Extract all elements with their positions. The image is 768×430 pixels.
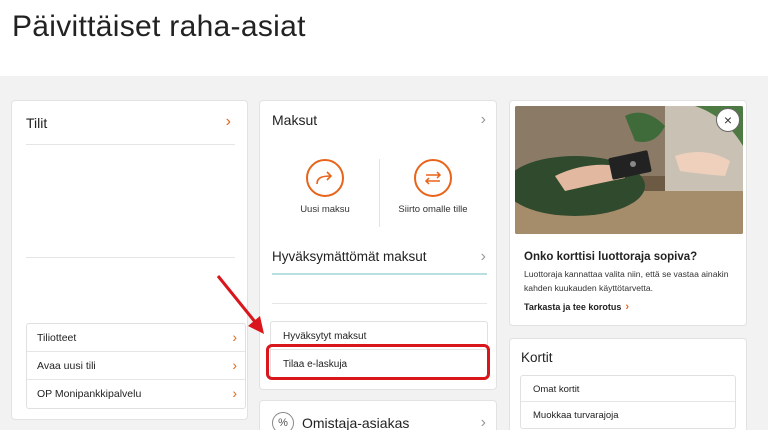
link-multibank-service[interactable]: OP Monipankkipalvelu ›	[27, 380, 245, 408]
promo-text: Luottoraja kannattaa valita niin, että s…	[524, 269, 729, 293]
accounts-card: Tilit › Tiliotteet › Avaa uusi tili › OP…	[11, 100, 248, 420]
chevron-right-icon[interactable]: ›	[481, 248, 486, 266]
new-payment-label[interactable]: Uusi maksu	[270, 204, 380, 215]
link-open-new-account[interactable]: Avaa uusi tili ›	[27, 352, 245, 380]
chevron-right-icon: ›	[480, 414, 486, 430]
link-label: Avaa uusi tili	[37, 360, 96, 372]
divider	[272, 303, 487, 304]
promo-link-label: Tarkasta ja tee korotus	[524, 302, 622, 312]
page-title: Päivittäiset raha-asiat	[12, 10, 306, 43]
divider	[379, 159, 380, 227]
payments-title[interactable]: Maksut	[272, 112, 317, 128]
link-edit-security-limits[interactable]: Muokkaa turvarajoja	[521, 402, 735, 428]
accounts-title[interactable]: Tilit	[26, 115, 47, 131]
chevron-right-icon: ›	[232, 357, 237, 373]
cards-links: Omat kortit Muokkaa turvarajoja	[520, 375, 736, 429]
close-icon[interactable]: ×	[716, 108, 740, 132]
new-payment-button[interactable]	[306, 159, 344, 197]
percent-icon: %	[272, 412, 294, 430]
transfer-label[interactable]: Siirto omalle tille	[378, 204, 488, 215]
highlight-box	[266, 344, 490, 380]
cards-card: Kortit Omat kortit Muokkaa turvarajoja	[509, 338, 747, 430]
link-label: Tiliotteet	[37, 332, 77, 344]
link-label: OP Monipankkipalvelu	[37, 388, 142, 400]
owner-customer-card[interactable]: % Omistaja-asiakas ›	[259, 400, 497, 430]
cards-title[interactable]: Kortit	[521, 350, 553, 365]
promo-card: × Onko korttisi luottoraja sopiva? Luott…	[509, 100, 747, 326]
divider	[26, 144, 235, 145]
owner-customer-title: Omistaja-asiakas	[302, 415, 410, 430]
divider	[26, 257, 235, 258]
unapproved-payments-title[interactable]: Hyväksymättömät maksut	[272, 249, 427, 264]
chevron-right-icon[interactable]: ›	[481, 111, 486, 129]
promo-link[interactable]: Tarkasta ja tee korotus ›	[524, 301, 629, 313]
chevron-right-icon: ›	[232, 385, 237, 401]
promo-image	[515, 106, 743, 234]
annotation-arrow-icon	[216, 275, 264, 334]
chevron-right-icon[interactable]: ›	[226, 113, 231, 131]
link-own-cards[interactable]: Omat kortit	[521, 376, 735, 402]
promo-title: Onko korttisi luottoraja sopiva?	[524, 251, 698, 263]
chevron-right-icon: ›	[625, 301, 630, 313]
transfer-button[interactable]	[414, 159, 452, 197]
transfer-arrows-icon	[424, 171, 442, 185]
arrow-forward-icon	[316, 171, 333, 185]
underline	[272, 273, 487, 275]
